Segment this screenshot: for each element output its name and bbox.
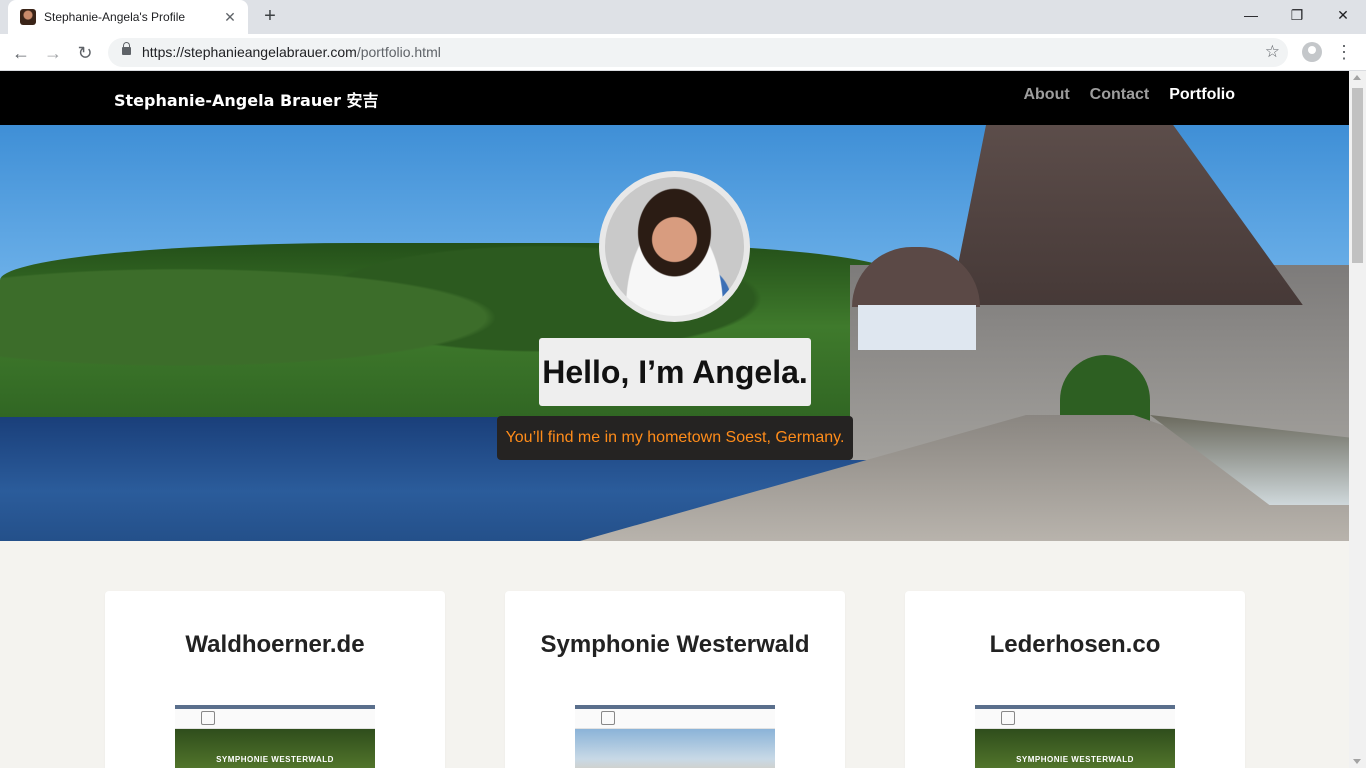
address-bar[interactable]: https://stephanieangelabrauer.com/portfo…	[108, 38, 1288, 67]
avatar	[599, 171, 750, 322]
thumbnail-photo	[575, 729, 775, 768]
nav-link-contact[interactable]: Contact	[1090, 86, 1150, 104]
menu-icon[interactable]: ⋮	[1334, 41, 1354, 63]
scroll-down-icon[interactable]	[1353, 759, 1361, 764]
tab-strip: Stephanie-Angela's Profile ✕ + — ❐ ✕	[0, 0, 1366, 34]
nav-link-portfolio[interactable]: Portfolio	[1169, 86, 1235, 104]
card-title[interactable]: Waldhoerner.de	[105, 631, 445, 659]
browser-tab[interactable]: Stephanie-Angela's Profile ✕	[8, 0, 248, 34]
site-navbar: Stephanie-Angela Brauer 安吉 About Contact…	[0, 71, 1349, 125]
card-thumbnail[interactable]: SYMPHONIE WESTERWALD	[175, 705, 375, 768]
new-tab-button[interactable]: +	[258, 6, 282, 28]
back-button[interactable]: ←	[8, 40, 34, 66]
page-scrollbar[interactable]	[1349, 71, 1366, 768]
star-icon[interactable]: ☆	[1265, 42, 1280, 62]
minimize-button[interactable]: —	[1228, 4, 1274, 26]
page-viewport: Stephanie-Angela Brauer 安吉 About Contact…	[0, 71, 1349, 768]
portfolio-card-waldhoerner[interactable]: Waldhoerner.de SYMPHONIE WESTERWALD	[105, 591, 445, 768]
hero-heading: Hello, I’m Angela.	[542, 353, 808, 390]
thumbnail-caption: SYMPHONIE WESTERWALD	[1016, 755, 1134, 764]
window-close-button[interactable]: ✕	[1320, 4, 1366, 26]
tab-title: Stephanie-Angela's Profile	[44, 10, 186, 24]
url-path: /portfolio.html	[356, 44, 441, 60]
scroll-up-icon[interactable]	[1353, 75, 1361, 80]
url-host: https://stephanieangelabrauer.com	[142, 44, 357, 60]
forward-button[interactable]: →	[40, 40, 66, 66]
browser-toolbar: ← → ↻ https://stephanieangelabrauer.com/…	[0, 34, 1366, 71]
hero-turret	[858, 305, 976, 350]
url-text[interactable]: https://stephanieangelabrauer.com/portfo…	[142, 44, 441, 60]
card-title[interactable]: Symphonie Westerwald	[505, 631, 845, 659]
hero-subheading-box: You’ll find me in my hometown Soest, Ger…	[497, 416, 853, 460]
card-thumbnail[interactable]	[575, 705, 775, 768]
avatar-photo	[605, 177, 744, 316]
profile-icon[interactable]	[1302, 42, 1322, 62]
reload-button[interactable]: ↻	[72, 40, 98, 66]
thumbnail-logo-icon	[1001, 711, 1015, 725]
hero-subheading: You’ll find me in my hometown Soest, Ger…	[505, 429, 845, 446]
thumbnail-nav	[975, 709, 1175, 729]
maximize-button[interactable]: ❐	[1274, 4, 1320, 26]
site-nav-links: About Contact Portfolio	[1023, 86, 1235, 104]
tab-close-icon[interactable]: ✕	[222, 9, 238, 26]
thumbnail-caption: SYMPHONIE WESTERWALD	[216, 755, 334, 764]
lock-icon[interactable]	[122, 42, 131, 55]
favicon-icon	[20, 9, 36, 25]
thumbnail-logo-icon	[601, 711, 615, 725]
hero-banner: Hello, I’m Angela. You’ll find me in my …	[0, 125, 1349, 541]
thumbnail-nav	[175, 709, 375, 729]
portfolio-card-lederhosen[interactable]: Lederhosen.co SYMPHONIE WESTERWALD	[905, 591, 1245, 768]
hero-heading-box: Hello, I’m Angela.	[539, 338, 811, 406]
card-title[interactable]: Lederhosen.co	[905, 631, 1245, 659]
card-thumbnail[interactable]: SYMPHONIE WESTERWALD	[975, 705, 1175, 768]
portfolio-card-symphonie[interactable]: Symphonie Westerwald	[505, 591, 845, 768]
nav-link-about[interactable]: About	[1023, 86, 1069, 104]
thumbnail-nav	[575, 709, 775, 729]
site-brand[interactable]: Stephanie-Angela Brauer 安吉	[114, 87, 379, 111]
thumbnail-logo-icon	[201, 711, 215, 725]
scroll-thumb[interactable]	[1352, 88, 1363, 263]
